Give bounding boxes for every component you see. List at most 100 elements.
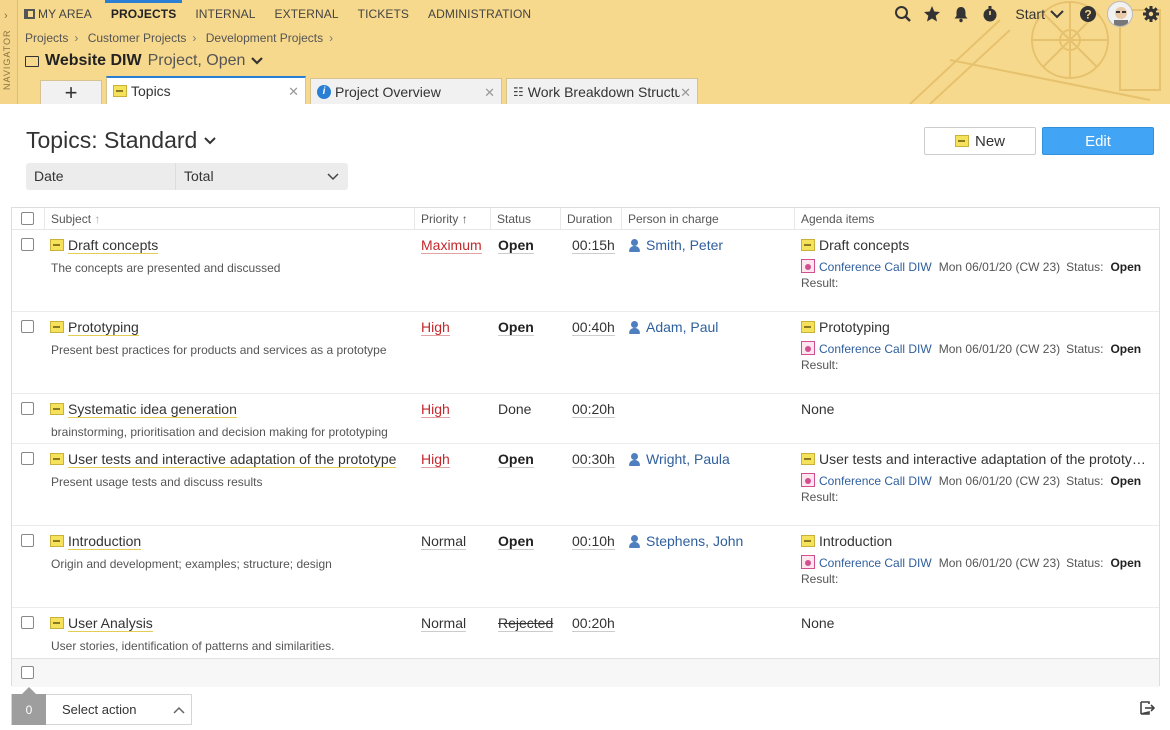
row-checkbox[interactable] bbox=[21, 616, 34, 629]
column-subject[interactable]: Subject ↑ bbox=[44, 208, 414, 230]
meeting-status: Open bbox=[1110, 474, 1142, 488]
nav-administration[interactable]: ADMINISTRATION bbox=[428, 0, 531, 28]
column-agenda[interactable]: Agenda items bbox=[794, 208, 1160, 230]
table-row[interactable]: Systematic idea generation brainstorming… bbox=[12, 394, 1159, 444]
close-icon[interactable]: ✕ bbox=[484, 85, 495, 101]
sort-asc-icon: ↑ bbox=[94, 212, 101, 226]
row-checkbox[interactable] bbox=[21, 320, 34, 333]
duration-value[interactable]: 00:20h bbox=[572, 615, 615, 632]
subject-cell[interactable]: Introduction bbox=[50, 533, 142, 550]
priority-value[interactable]: High bbox=[421, 319, 450, 336]
column-person[interactable]: Person in charge bbox=[621, 208, 794, 230]
meeting-status: Open bbox=[1110, 556, 1142, 570]
status-value[interactable]: Open bbox=[498, 451, 534, 468]
breadcrumb-customer-projects[interactable]: Customer Projects bbox=[88, 31, 187, 45]
status-value[interactable]: Open bbox=[498, 533, 534, 550]
priority-value[interactable]: Normal bbox=[421, 615, 467, 632]
subject-cell[interactable]: Draft concepts bbox=[50, 237, 159, 254]
column-duration[interactable]: Duration bbox=[560, 208, 621, 230]
nav-my-area[interactable]: MY AREA bbox=[24, 0, 92, 28]
table-row[interactable]: Introduction Origin and development; exa… bbox=[12, 526, 1159, 608]
stopwatch-icon[interactable] bbox=[979, 3, 1001, 25]
page-title[interactable]: Topics: Standard bbox=[26, 127, 217, 154]
subject-link[interactable]: User tests and interactive adaptation of… bbox=[68, 451, 397, 468]
status-value[interactable]: Rejected bbox=[498, 615, 554, 632]
column-priority[interactable]: Priority ↑ bbox=[414, 208, 490, 230]
start-menu[interactable]: Start bbox=[1015, 6, 1065, 22]
help-icon[interactable]: ? bbox=[1077, 3, 1099, 25]
person-link[interactable]: Adam, Paul bbox=[628, 319, 718, 335]
nav-external[interactable]: EXTERNAL bbox=[274, 0, 338, 28]
priority-value[interactable]: High bbox=[421, 451, 450, 468]
agenda-item[interactable]: Prototyping bbox=[801, 319, 890, 335]
duration-value[interactable]: 00:10h bbox=[572, 533, 615, 550]
nav-projects[interactable]: PROJECTS bbox=[104, 0, 183, 28]
subject-cell[interactable]: User tests and interactive adaptation of… bbox=[50, 451, 397, 468]
priority-value[interactable]: Normal bbox=[421, 533, 467, 550]
add-tab-button[interactable]: + bbox=[40, 80, 102, 104]
bell-icon[interactable] bbox=[950, 3, 972, 25]
edit-button[interactable]: Edit bbox=[1042, 127, 1154, 155]
person-link[interactable]: Smith, Peter bbox=[628, 237, 723, 253]
nav-tickets[interactable]: TICKETS bbox=[358, 0, 409, 28]
new-button[interactable]: New bbox=[924, 127, 1036, 155]
priority-value[interactable]: High bbox=[421, 401, 450, 418]
nav-internal[interactable]: INTERNAL bbox=[195, 0, 255, 28]
row-checkbox[interactable] bbox=[21, 402, 34, 415]
group-by-date[interactable]: Date bbox=[26, 163, 176, 190]
table-row[interactable]: Prototyping Present best practices for p… bbox=[12, 312, 1159, 394]
table-row[interactable]: User tests and interactive adaptation of… bbox=[12, 444, 1159, 526]
status-value[interactable]: Open bbox=[498, 237, 534, 254]
subject-cell[interactable]: Systematic idea generation bbox=[50, 401, 237, 418]
meeting-link[interactable]: Conference Call DIW bbox=[819, 556, 932, 570]
meeting-link[interactable]: Conference Call DIW bbox=[819, 474, 932, 488]
duration-value[interactable]: 00:40h bbox=[572, 319, 615, 336]
status-value[interactable]: Open bbox=[498, 319, 534, 336]
avatar[interactable] bbox=[1107, 1, 1133, 27]
subject-link[interactable]: Systematic idea generation bbox=[68, 401, 237, 418]
subject-link[interactable]: Draft concepts bbox=[68, 237, 159, 254]
export-icon[interactable] bbox=[1138, 699, 1156, 717]
duration-value[interactable]: 00:15h bbox=[572, 237, 615, 254]
gear-icon[interactable] bbox=[1140, 3, 1162, 25]
tab-topics[interactable]: Topics ✕ bbox=[106, 76, 306, 104]
duration-value[interactable]: 00:20h bbox=[572, 401, 615, 418]
agenda-item[interactable]: User tests and interactive adaptation of… bbox=[801, 451, 1146, 467]
table-row[interactable]: User Analysis User stories, identificati… bbox=[12, 608, 1159, 658]
select-all-checkbox[interactable] bbox=[21, 212, 34, 225]
subject-link[interactable]: Prototyping bbox=[68, 319, 139, 336]
person-link[interactable]: Stephens, John bbox=[628, 533, 743, 549]
subject-link[interactable]: User Analysis bbox=[68, 615, 153, 632]
row-checkbox[interactable] bbox=[21, 238, 34, 251]
agenda-item[interactable]: Introduction bbox=[801, 533, 892, 549]
subject-cell[interactable]: User Analysis bbox=[50, 615, 153, 632]
tab-label: Work Breakdown Structu bbox=[527, 83, 680, 100]
meeting-link[interactable]: Conference Call DIW bbox=[819, 342, 932, 356]
group-by-total[interactable]: Total bbox=[176, 163, 348, 190]
breadcrumb-projects[interactable]: Projects bbox=[25, 31, 68, 45]
table-row[interactable]: Draft concepts The concepts are presente… bbox=[12, 230, 1159, 312]
action-selector[interactable]: 0 Select action bbox=[11, 687, 192, 725]
person-link[interactable]: Wright, Paula bbox=[628, 451, 730, 467]
navigator-toggle[interactable]: › NAVIGATOR bbox=[0, 0, 18, 104]
search-icon[interactable] bbox=[892, 3, 914, 25]
project-title[interactable]: Website DIW Project, Open bbox=[25, 52, 264, 70]
status-value[interactable]: Done bbox=[498, 401, 531, 417]
row-checkbox[interactable] bbox=[21, 534, 34, 547]
tab-project-overview[interactable]: i Project Overview ✕ bbox=[310, 78, 502, 104]
priority-value[interactable]: Maximum bbox=[421, 237, 482, 254]
meeting-link[interactable]: Conference Call DIW bbox=[819, 260, 932, 274]
agenda-item[interactable]: Draft concepts bbox=[801, 237, 909, 253]
tab-work-breakdown-structure[interactable]: ☷ Work Breakdown Structu ✕ bbox=[506, 78, 698, 104]
star-icon[interactable] bbox=[921, 3, 943, 25]
subject-link[interactable]: Introduction bbox=[68, 533, 142, 550]
duration-value[interactable]: 00:30h bbox=[572, 451, 615, 468]
column-status[interactable]: Status bbox=[490, 208, 560, 230]
breadcrumb-development-projects[interactable]: Development Projects bbox=[206, 31, 323, 45]
row-checkbox[interactable] bbox=[21, 452, 34, 465]
close-icon[interactable]: ✕ bbox=[288, 84, 299, 100]
close-icon[interactable]: ✕ bbox=[680, 85, 691, 101]
footer-checkbox[interactable] bbox=[21, 666, 34, 679]
subject-cell[interactable]: Prototyping bbox=[50, 319, 139, 336]
description: Origin and development; examples; struct… bbox=[51, 557, 332, 571]
